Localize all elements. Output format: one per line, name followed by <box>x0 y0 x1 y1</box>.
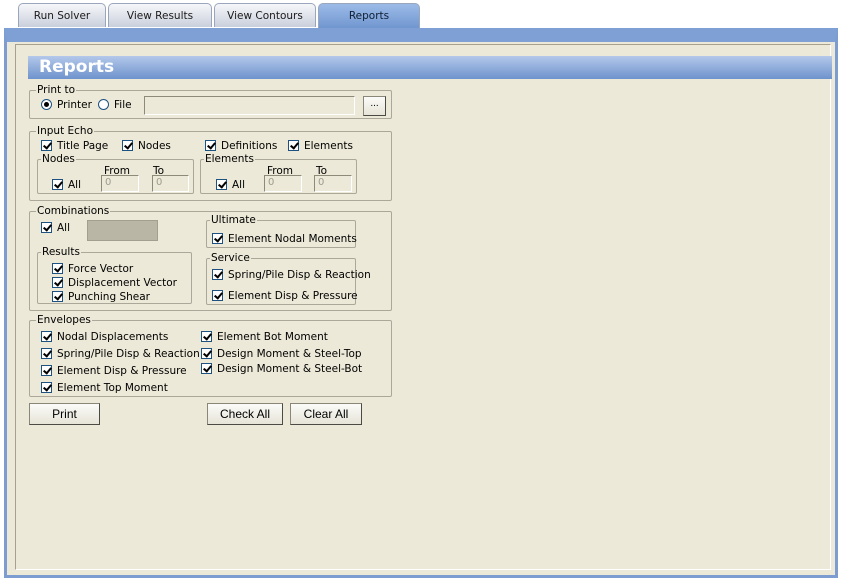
checkbox-checked-icon <box>41 365 52 376</box>
title-page-checkbox[interactable]: Title Page <box>41 139 108 153</box>
checkbox-checked-icon <box>52 263 63 274</box>
displacement-vector-checkbox[interactable]: Displacement Vector <box>52 276 177 290</box>
file-radio[interactable]: File <box>98 98 132 112</box>
reports-banner: Reports <box>28 56 832 79</box>
env-element-top-moment-label: Element Top Moment <box>57 382 168 394</box>
punching-shear-checkbox[interactable]: Punching Shear <box>52 290 150 304</box>
combinations-select-button[interactable] <box>87 220 158 241</box>
service-element-disp-label: Element Disp & Pressure <box>228 290 358 302</box>
ultimate-label: Ultimate <box>210 213 257 227</box>
checkbox-checked-icon <box>212 290 223 301</box>
env-element-bot-moment-label: Element Bot Moment <box>217 331 328 343</box>
nodes-label: Nodes <box>138 140 171 152</box>
elements-checkbox[interactable]: Elements <box>288 139 353 153</box>
elements-to-input[interactable]: 0 <box>314 175 352 192</box>
checkbox-checked-icon <box>212 269 223 280</box>
checkbox-checked-icon <box>52 277 63 288</box>
elements-all-label: All <box>232 179 246 191</box>
clear-all-button[interactable]: Clear All <box>290 403 362 425</box>
checkbox-checked-icon <box>41 348 52 359</box>
tab-view-results[interactable]: View Results <box>108 3 212 27</box>
checkbox-checked-icon <box>212 233 223 244</box>
nodes-all-checkbox[interactable]: All <box>52 178 81 192</box>
elements-all-checkbox[interactable]: All <box>216 178 245 192</box>
checkbox-checked-icon <box>41 382 52 393</box>
checkbox-checked-icon <box>288 140 299 151</box>
page-title: Reports <box>39 57 115 77</box>
browse-button[interactable]: ... <box>363 96 386 116</box>
tab-reports[interactable]: Reports <box>318 3 420 29</box>
checkbox-checked-icon <box>201 331 212 342</box>
nodes-to-input[interactable]: 0 <box>152 175 189 192</box>
radio-selected-icon <box>41 99 52 110</box>
nodes-from-input[interactable]: 0 <box>101 175 139 192</box>
checkbox-checked-icon <box>201 363 212 374</box>
env-element-disp-checkbox[interactable]: Element Disp & Pressure <box>41 364 187 378</box>
results-label: Results <box>41 245 81 259</box>
service-spring-pile-label: Spring/Pile Disp & Reaction <box>228 269 371 281</box>
env-nodal-displacements-label: Nodal Displacements <box>57 331 169 343</box>
input-echo-label: Input Echo <box>36 124 95 138</box>
element-nodal-moments-label: Element Nodal Moments <box>228 233 357 245</box>
checkbox-checked-icon <box>41 140 52 151</box>
tab-view-contours[interactable]: View Contours <box>214 3 316 27</box>
element-nodal-moments-checkbox[interactable]: Element Nodal Moments <box>212 232 357 246</box>
env-design-moment-bot-label: Design Moment & Steel-Bot <box>217 363 363 375</box>
checkbox-checked-icon <box>41 222 52 233</box>
elements-range-label: Elements <box>204 152 255 166</box>
combinations-all-label: All <box>57 222 71 234</box>
force-vector-label: Force Vector <box>68 263 134 275</box>
nodes-checkbox[interactable]: Nodes <box>122 139 171 153</box>
env-element-top-moment-checkbox[interactable]: Element Top Moment <box>41 381 168 395</box>
printer-radio[interactable]: Printer <box>41 98 92 112</box>
checkbox-checked-icon <box>122 140 133 151</box>
check-all-button[interactable]: Check All <box>207 403 283 425</box>
checkbox-checked-icon <box>52 179 63 190</box>
env-element-bot-moment-checkbox[interactable]: Element Bot Moment <box>201 330 328 344</box>
env-spring-pile-label: Spring/Pile Disp & Reaction <box>57 348 200 360</box>
checkbox-checked-icon <box>205 140 216 151</box>
definitions-checkbox[interactable]: Definitions <box>205 139 277 153</box>
force-vector-checkbox[interactable]: Force Vector <box>52 262 133 276</box>
env-design-moment-top-checkbox[interactable]: Design Moment & Steel-Top <box>201 347 362 361</box>
checkbox-checked-icon <box>201 348 212 359</box>
definitions-label: Definitions <box>221 140 278 152</box>
punching-shear-label: Punching Shear <box>68 291 150 303</box>
combinations-label: Combinations <box>36 204 111 218</box>
nodes-range-label: Nodes <box>41 152 76 166</box>
env-nodal-displacements-checkbox[interactable]: Nodal Displacements <box>41 330 168 344</box>
env-design-moment-top-label: Design Moment & Steel-Top <box>217 348 362 360</box>
elements-from-input[interactable]: 0 <box>264 175 302 192</box>
env-spring-pile-checkbox[interactable]: Spring/Pile Disp & Reaction <box>41 347 200 361</box>
service-label: Service <box>210 251 251 265</box>
service-spring-pile-checkbox[interactable]: Spring/Pile Disp & Reaction <box>212 268 371 282</box>
tab-run-solver[interactable]: Run Solver <box>18 3 106 27</box>
printer-radio-label: Printer <box>57 99 92 111</box>
env-element-disp-label: Element Disp & Pressure <box>57 365 187 377</box>
elements-label: Elements <box>304 140 353 152</box>
checkbox-checked-icon <box>216 179 227 190</box>
file-path-input[interactable] <box>144 96 355 115</box>
checkbox-checked-icon <box>41 331 52 342</box>
service-element-disp-checkbox[interactable]: Element Disp & Pressure <box>212 289 358 303</box>
displacement-vector-label: Displacement Vector <box>68 277 177 289</box>
env-design-moment-bot-checkbox[interactable]: Design Moment & Steel-Bot <box>201 362 362 376</box>
print-to-label: Print to <box>36 83 77 97</box>
nodes-all-label: All <box>68 179 82 191</box>
file-radio-label: File <box>114 99 132 111</box>
radio-unselected-icon <box>98 99 109 110</box>
envelopes-label: Envelopes <box>36 313 92 327</box>
checkbox-checked-icon <box>52 291 63 302</box>
print-button[interactable]: Print <box>29 403 100 425</box>
title-page-label: Title Page <box>57 140 109 152</box>
combinations-all-checkbox[interactable]: All <box>41 221 70 235</box>
